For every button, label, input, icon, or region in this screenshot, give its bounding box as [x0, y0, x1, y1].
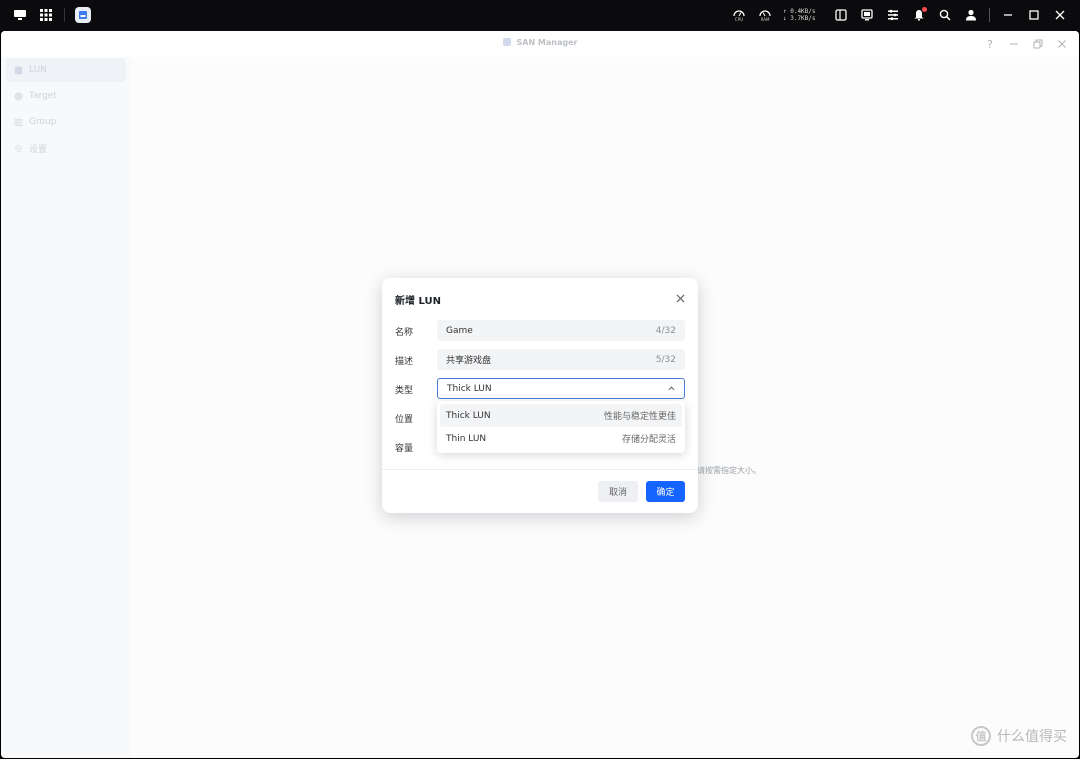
name-label: 名称 [395, 328, 414, 338]
name-char-count: 4/32 [655, 325, 676, 336]
watermark: 值 什么值得买 [971, 726, 1067, 746]
system-taskbar: CPU RAM ↑ 0.4KB/s ↓ 3.7KB/s [0, 0, 1080, 31]
cpu-label: CPU [734, 16, 744, 22]
confirm-button[interactable]: 确定 [646, 481, 685, 502]
dialog-close-icon[interactable] [674, 292, 686, 304]
widgets-icon[interactable] [833, 7, 849, 23]
type-select[interactable]: Thick LUN [437, 378, 685, 399]
new-lun-dialog: 新增 LUN 名称 Game 4/32 描述 共享游戏盘 5/32 类型 Thi… [382, 278, 761, 513]
dialog-title: 新增 LUN [395, 296, 441, 307]
watermark-badge: 值 [971, 726, 991, 746]
ram-label: RAM [760, 16, 770, 22]
type-dropdown: Thick LUN 性能与稳定性更佳 Thin LUN 存储分配灵活 [437, 401, 685, 453]
desktop-icon[interactable] [12, 7, 28, 23]
user-icon[interactable] [963, 7, 979, 23]
control-panel-icon[interactable] [885, 7, 901, 23]
net-download: ↓ 3.7KB/s [783, 15, 816, 22]
cancel-button[interactable]: 取消 [598, 481, 638, 502]
option-description: 性能与稳定性更佳 [603, 412, 676, 422]
type-select-value: Thick LUN [447, 383, 492, 394]
taskbar-minimize-icon[interactable] [1000, 7, 1016, 23]
description-label: 描述 [395, 357, 414, 367]
description-field-value: 共享游戏盘 [446, 356, 492, 366]
notification-dot [922, 7, 927, 12]
watermark-text: 什么值得买 [997, 729, 1067, 745]
app-grid-icon[interactable] [38, 7, 54, 23]
name-field-value: Game [446, 325, 473, 336]
type-option-thin[interactable]: Thin LUN 存储分配灵活 [440, 427, 682, 450]
option-label: Thin LUN [446, 433, 487, 444]
taskbar-right: CPU RAM ↑ 0.4KB/s ↓ 3.7KB/s [731, 7, 1068, 23]
option-label: Thick LUN [446, 410, 491, 421]
capacity-label: 容量 [395, 444, 414, 454]
capacity-hint: 请按需指定大小。 [697, 466, 761, 475]
description-char-count: 5/32 [655, 354, 676, 365]
ram-gauge-icon [759, 9, 771, 16]
taskbar-maximize-icon[interactable] [1026, 7, 1042, 23]
network-speed[interactable]: ↑ 0.4KB/s ↓ 3.7KB/s [783, 8, 823, 22]
chevron-up-icon [668, 384, 675, 393]
net-upload: ↑ 0.4KB/s [783, 8, 816, 15]
san-manager-taskbar-icon[interactable] [75, 7, 91, 23]
search-icon[interactable] [937, 7, 953, 23]
taskbar-divider-right [989, 8, 990, 22]
cpu-gauge[interactable]: CPU [731, 9, 747, 22]
taskbar-divider [64, 8, 65, 22]
taskbar-left [12, 7, 91, 23]
description-field[interactable]: 共享游戏盘 5/32 [437, 349, 685, 370]
name-field[interactable]: Game 4/32 [437, 320, 685, 341]
notification-bell-icon[interactable] [911, 7, 927, 23]
location-label: 位置 [395, 415, 414, 425]
ram-gauge[interactable]: RAM [757, 9, 773, 22]
cpu-gauge-icon [733, 9, 745, 16]
option-description: 存储分配灵活 [621, 435, 676, 445]
taskbar-close-icon[interactable] [1052, 7, 1068, 23]
monitor-icon[interactable] [859, 7, 875, 23]
type-option-thick[interactable]: Thick LUN 性能与稳定性更佳 [440, 404, 682, 427]
type-label: 类型 [395, 386, 414, 396]
dialog-divider [382, 469, 698, 470]
